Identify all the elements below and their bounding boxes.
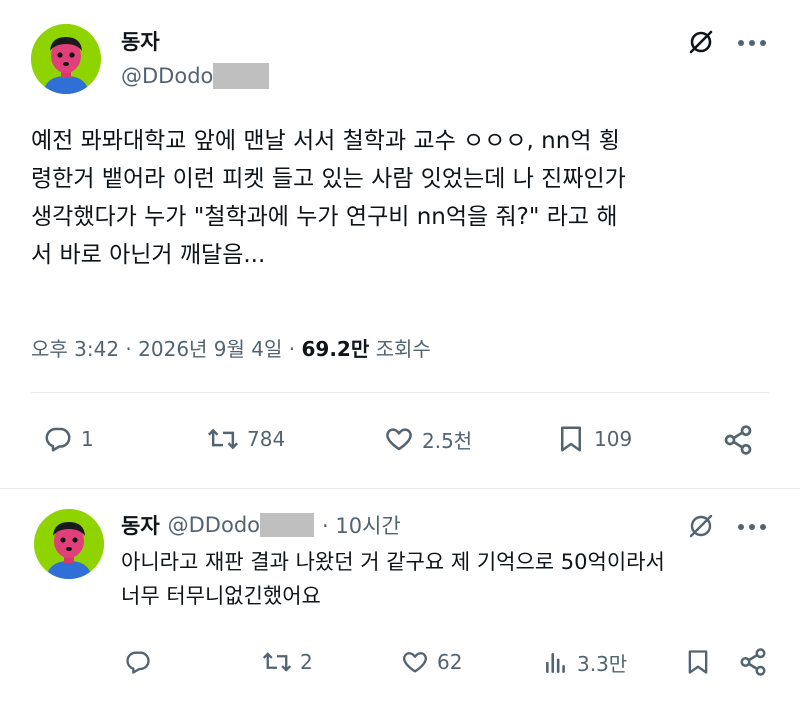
avatar[interactable]: [31, 24, 101, 94]
heart-icon: [386, 428, 412, 451]
like-button[interactable]: 2.5천: [384, 424, 472, 454]
reply-more-icon[interactable]: [737, 523, 767, 531]
reply-author-name[interactable]: 동자: [121, 510, 160, 540]
reply-body: 아니라고 재판 결과 나왔던 거 같구요 제 기억으로 50억이라서 너무 터무…: [121, 550, 665, 608]
section-divider: [0, 488, 800, 489]
retweet-icon: [207, 428, 239, 450]
reply-retweet-count: 2: [300, 650, 313, 674]
reply-retweet-icon: [262, 652, 292, 672]
reply-count: 1: [81, 427, 94, 451]
bookmark-count: 109: [594, 427, 633, 451]
tweet-time[interactable]: 오후 3:42 · 2026년 9월 4일 ·: [31, 337, 301, 361]
reply-bookmark-button[interactable]: [684, 648, 712, 676]
author-handle-row: @DDodo: [121, 63, 270, 89]
redacted-handle: [213, 63, 270, 89]
grok-icon[interactable]: [688, 29, 714, 55]
reply-like-count: 62: [437, 650, 463, 674]
reply-reply-button[interactable]: [124, 648, 160, 676]
bookmark-icon: [561, 426, 581, 452]
bookmark-button[interactable]: 109: [556, 424, 632, 454]
meta-divider: [31, 392, 769, 393]
views-count: 69.2만: [301, 337, 370, 361]
reply-redacted-handle: [260, 513, 315, 537]
reply-retweet-button[interactable]: 2: [262, 648, 313, 676]
reply-avatar[interactable]: [34, 509, 104, 579]
views-icon: [546, 652, 565, 673]
retweet-count: 784: [247, 427, 286, 451]
reply-heart-icon: [403, 652, 427, 673]
tweet-meta: 오후 3:42 · 2026년 9월 4일 · 69.2만 조회수: [31, 333, 431, 362]
reply-views-button[interactable]: 3.3만: [543, 648, 627, 677]
retweet-button[interactable]: 784: [207, 424, 285, 454]
reply-share-icon: [740, 648, 766, 676]
avatar-image: [31, 24, 101, 94]
reply-bookmark-icon: [688, 650, 708, 674]
reply-button[interactable]: 1: [43, 424, 94, 454]
views-label: 조회수: [369, 337, 431, 361]
reply-header: 동자 @DDodo · 10시간: [121, 510, 401, 540]
reply-share-button[interactable]: [738, 647, 768, 677]
author-name[interactable]: 동자: [121, 26, 160, 56]
reply-reply-icon: [126, 651, 150, 674]
reply-avatar-image: [34, 509, 104, 579]
share-button[interactable]: [722, 424, 754, 456]
reply-time[interactable]: · 10시간: [322, 510, 401, 540]
more-icon[interactable]: [737, 39, 767, 47]
tweet-body: 예전 뫄뫄대학교 앞에 맨날 서서 철학과 교수 ㅇㅇㅇ, nn억 횡 령한거 …: [31, 128, 626, 268]
reply-like-button[interactable]: 62: [401, 648, 462, 676]
reply-author-handle[interactable]: @DDodo: [168, 513, 260, 537]
reply-views-count: 3.3만: [577, 652, 628, 676]
share-icon: [724, 425, 752, 455]
reply-grok-icon[interactable]: [688, 513, 714, 539]
like-count: 2.5천: [422, 428, 473, 453]
reply-icon: [45, 427, 71, 452]
author-handle[interactable]: @DDodo: [121, 64, 213, 88]
